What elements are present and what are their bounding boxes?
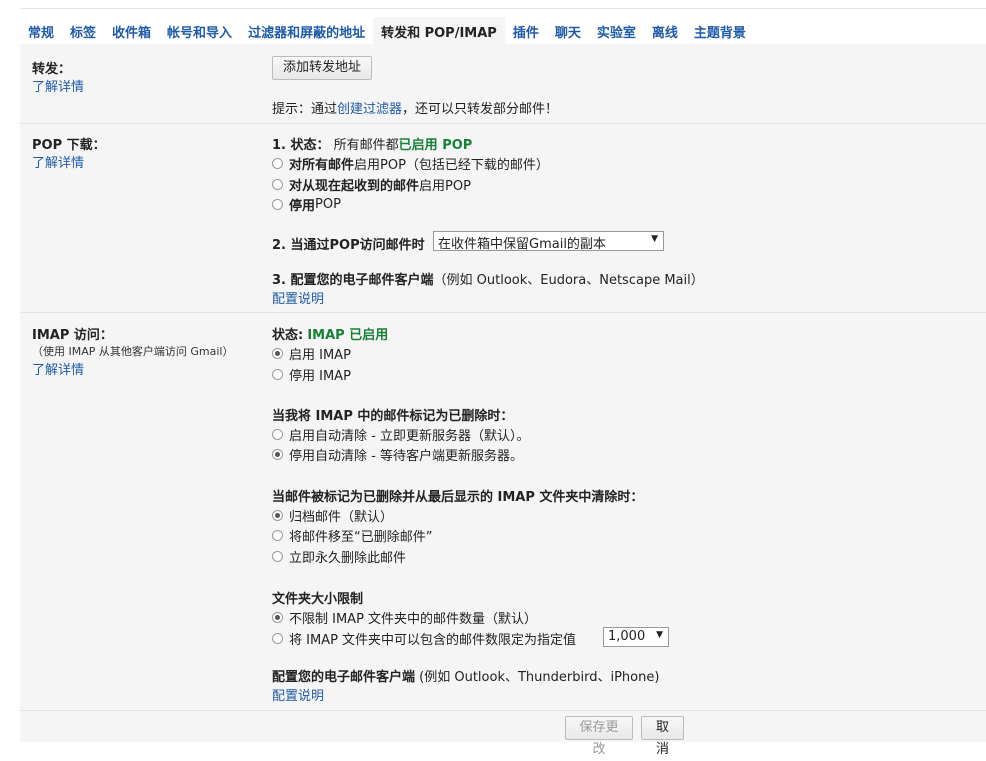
settings-panel: 转发： 了解详情 添加转发地址 提示：通过创建过滤器，还可以只转发部分邮件！ P… [20, 44, 986, 757]
pop-configure-instructions-link[interactable]: 配置说明 [272, 288, 324, 307]
folder-limit-select[interactable]: 1,000 ▼ [603, 627, 669, 647]
pop-status-prefix: 1. 状态： [272, 138, 330, 153]
pop-status: 1. 状态： 所有邮件都已启用 POP [272, 134, 472, 153]
pop-disable-radio[interactable]: 停用 POP [272, 195, 341, 214]
tab-general[interactable]: 常规 [20, 17, 62, 44]
forwarding-tip: 提示：通过创建过滤器，还可以只转发部分邮件！ [272, 98, 558, 117]
imap-learn-more-link[interactable]: 了解详情 [32, 359, 84, 378]
option-bold: 对所有邮件 [289, 158, 355, 173]
configure-hint: (例如 Outlook、Thunderbird、iPhone) [419, 670, 660, 685]
radio-dot [272, 348, 283, 359]
section-divider [20, 123, 986, 124]
imap-label: IMAP 访问： [32, 328, 113, 343]
pop-when-accessed-label: 2. 当通过POP访问邮件时 [272, 238, 425, 253]
tab-inbox[interactable]: 收件箱 [104, 17, 159, 44]
top-divider [20, 8, 986, 9]
option-bold: 停用 [289, 199, 316, 214]
option-text: 启用POP [419, 179, 471, 194]
option-text: 启用自动清除 - 立即更新服务器（默认）。 [289, 429, 530, 444]
imap-configure-client: 配置您的电子邮件客户端 (例如 Outlook、Thunderbird、iPho… [272, 666, 659, 685]
tip-prefix: 提示：通过 [272, 102, 338, 117]
radio-dot [272, 158, 283, 169]
radio-dot [272, 551, 283, 562]
pop-configure-client: 3. 配置您的电子邮件客户端（例如 Outlook、Eudora、Netscap… [272, 269, 704, 288]
tab-themes[interactable]: 主题背景 [686, 17, 754, 44]
pop-label: POP 下载： [32, 138, 106, 153]
pop-learn-more-link[interactable]: 了解详情 [32, 152, 84, 171]
radio-dot [272, 530, 283, 541]
imap-status: 状态: IMAP 已启用 [272, 324, 388, 343]
section-divider [20, 312, 986, 313]
option-text: 停用自动清除 - 等待客户端更新服务器。 [289, 449, 523, 464]
radio-dot [272, 612, 283, 623]
tip-suffix: ，还可以只转发部分邮件！ [402, 102, 559, 117]
radio-dot [272, 429, 283, 440]
no-folder-limit-radio[interactable]: 不限制 IMAP 文件夹中的邮件数量（默认） [272, 608, 537, 627]
option-text: 停用 IMAP [289, 369, 351, 384]
section-divider [20, 710, 986, 711]
option-text: 立即永久删除此邮件 [289, 551, 407, 566]
imap-status-label: 状态: [272, 328, 304, 343]
imap-expunged-heading: 当邮件被标记为已删除并从最后显示的 IMAP 文件夹中清除时： [272, 490, 644, 505]
option-text: 不限制 IMAP 文件夹中的邮件数量（默认） [289, 612, 538, 627]
forwarding-learn-more-link[interactable]: 了解详情 [32, 76, 84, 95]
chevron-down-icon: ▼ [651, 234, 658, 244]
option-text: POP [315, 197, 341, 212]
imap-sublabel: （使用 IMAP 从其他客户端访问 Gmail） [32, 345, 234, 358]
configure-hint: （例如 Outlook、Eudora、Netscape Mail） [433, 273, 704, 288]
tab-accounts[interactable]: 帐号和导入 [159, 17, 240, 44]
option-text: 启用POP（包括已经下载的邮件） [354, 158, 549, 173]
radio-dot [272, 510, 283, 521]
option-text: 启用 IMAP [289, 348, 351, 363]
radio-dot [272, 179, 283, 190]
select-value: 在收件箱中保留Gmail的副本 [438, 237, 606, 252]
save-changes-button[interactable]: 保存更改 [565, 716, 633, 757]
pop-status-value: 已启用 POP [398, 138, 473, 153]
radio-dot [272, 449, 283, 460]
delete-forever-radio[interactable]: 立即永久删除此邮件 [272, 547, 406, 566]
pop-from-now-radio[interactable]: 对从现在起收到的邮件 启用POP [272, 175, 471, 194]
select-value: 1,000 [608, 629, 646, 644]
option-text: 将 IMAP 文件夹中可以包含的邮件数限定为指定值 [289, 633, 577, 648]
folder-size-heading: 文件夹大小限制 [272, 592, 364, 607]
configure-label: 3. 配置您的电子邮件客户端 [272, 273, 434, 288]
imap-status-value: IMAP 已启用 [307, 328, 389, 343]
tab-forwarding-pop-imap[interactable]: 转发和 POP/IMAP [373, 17, 505, 44]
option-text: 归档邮件（默认） [289, 510, 394, 525]
imap-disable-radio[interactable]: 停用 IMAP [272, 365, 351, 384]
auto-expunge-on-radio[interactable]: 启用自动清除 - 立即更新服务器（默认）。 [272, 425, 529, 444]
cancel-button[interactable]: 取消 [641, 716, 684, 757]
forwarding-label: 转发： [32, 62, 72, 77]
create-filter-link[interactable]: 创建过滤器 [337, 102, 402, 117]
tab-labels[interactable]: 标签 [62, 17, 104, 44]
pop-action-select[interactable]: 在收件箱中保留Gmail的副本 ▼ [433, 231, 664, 252]
radio-dot [272, 199, 283, 210]
imap-enable-radio[interactable]: 启用 IMAP [272, 344, 351, 363]
limit-folder-radio[interactable]: 将 IMAP 文件夹中可以包含的邮件数限定为指定值 [272, 629, 576, 648]
pop-all-mail-radio[interactable]: 对所有邮件 启用POP（包括已经下载的邮件） [272, 154, 549, 173]
tab-addons[interactable]: 插件 [505, 17, 547, 44]
configure-label: 配置您的电子邮件客户端 [272, 670, 416, 685]
move-to-trash-radio[interactable]: 将邮件移至“已删除邮件” [272, 526, 432, 545]
option-bold: 对从现在起收到的邮件 [289, 179, 420, 194]
imap-deleted-heading: 当我将 IMAP 中的邮件标记为已删除时： [272, 409, 514, 424]
add-forwarding-address-button[interactable]: 添加转发地址 [272, 56, 372, 80]
archive-message-radio[interactable]: 归档邮件（默认） [272, 506, 393, 525]
tab-filters[interactable]: 过滤器和屏蔽的地址 [240, 17, 373, 44]
option-text: 将邮件移至“已删除邮件” [289, 530, 433, 545]
settings-tabs: 常规 标签 收件箱 帐号和导入 过滤器和屏蔽的地址 转发和 POP/IMAP 插… [20, 17, 754, 44]
imap-configure-instructions-link[interactable]: 配置说明 [272, 685, 324, 704]
auto-expunge-off-radio[interactable]: 停用自动清除 - 等待客户端更新服务器。 [272, 445, 523, 464]
pop-status-text: 所有邮件都 [333, 138, 399, 153]
radio-dot [272, 633, 283, 644]
tab-chat[interactable]: 聊天 [547, 17, 589, 44]
radio-dot [272, 369, 283, 380]
tab-labs[interactable]: 实验室 [589, 17, 644, 44]
tab-offline[interactable]: 离线 [644, 17, 686, 44]
chevron-down-icon: ▼ [656, 630, 663, 640]
